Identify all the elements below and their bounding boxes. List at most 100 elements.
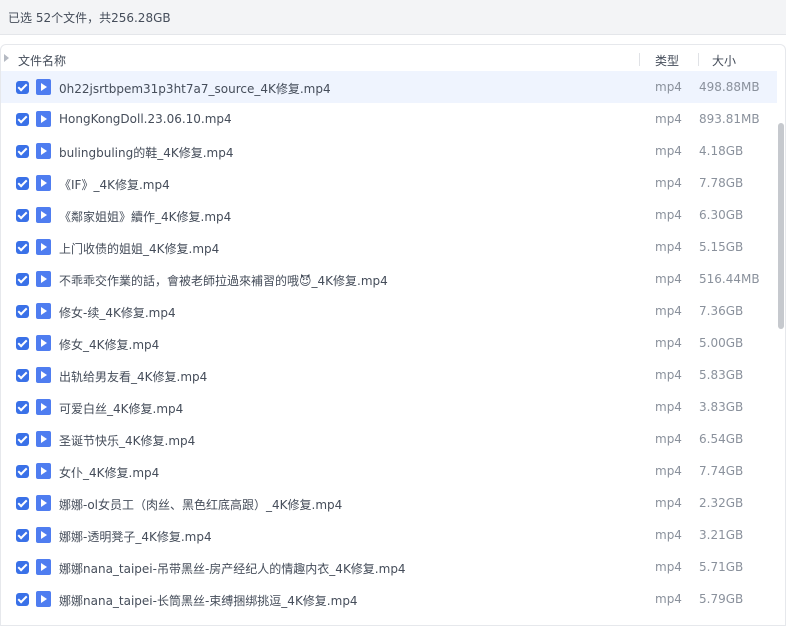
file-row[interactable]: bulingbuling的鞋_4K修复.mp4 mp4 4.18GB [1,135,777,167]
checkbox-checked-icon[interactable] [16,561,29,574]
file-row[interactable]: 娜娜-透明凳子_4K修复.mp4 mp4 3.21GB [1,519,777,551]
column-header-size[interactable]: 大小 [712,52,736,69]
video-file-icon [36,527,51,543]
checkbox-checked-icon[interactable] [16,529,29,542]
checkbox-checked-icon[interactable] [16,337,29,350]
file-name[interactable]: 可爱白丝_4K修复.mp4 [59,400,183,417]
file-row[interactable]: 女仆_4K修复.mp4 mp4 7.74GB [1,455,777,487]
file-row[interactable]: 不乖乖交作業的話，會被老師拉過來補習的哦😈_4K修复.mp4 mp4 516.44M… [1,263,777,295]
file-name[interactable]: 出轨给男友看_4K修复.mp4 [59,368,207,385]
file-row[interactable]: 圣诞节快乐_4K修复.mp4 mp4 6.54GB [1,423,777,455]
column-header-type[interactable]: 类型 [655,52,679,69]
checkbox-checked-icon[interactable] [16,273,29,286]
file-type: mp4 [655,592,682,606]
file-type: mp4 [655,304,682,318]
file-row[interactable]: 娜娜nana_taipei-吊带黑丝-房产经纪人的情趣内衣_4K修复.mp4 mp… [1,551,777,583]
file-row[interactable]: 可爱白丝_4K修复.mp4 mp4 3.83GB [1,391,777,423]
checkbox-checked-icon[interactable] [16,593,29,606]
file-type: mp4 [655,240,682,254]
column-header-name[interactable]: 文件名称 [18,52,66,69]
file-type: mp4 [655,432,682,446]
checkbox-checked-icon[interactable] [16,177,29,190]
checkbox-checked-icon[interactable] [16,497,29,510]
file-row[interactable]: 娜娜-ol女员工（肉丝、黑色红底高跟）_4K修复.mp4 mp4 2.32GB [1,487,777,519]
file-row[interactable]: 《鄰家姐姐》續作_4K修复.mp4 mp4 6.30GB [1,199,777,231]
file-size: 5.79GB [699,592,744,606]
checkbox-checked-icon[interactable] [16,433,29,446]
selection-summary-bar: 已选 52个文件，共256.28GB [0,0,786,35]
file-row[interactable]: 上门收债的姐姐_4K修复.mp4 mp4 5.15GB [1,231,777,263]
checkbox-checked-icon[interactable] [16,305,29,318]
file-list-header: 文件名称 类型 大小 [1,45,785,73]
file-name[interactable]: 0h22jsrtbpem31p3ht7a7_source_4K修复.mp4 [59,80,331,97]
file-name[interactable]: 《IF》_4K修复.mp4 [59,176,170,193]
file-type: mp4 [655,368,682,382]
file-name[interactable]: HongKongDoll.23.06.10.mp4 [59,112,232,126]
file-type: mp4 [655,528,682,542]
column-divider[interactable] [639,53,640,66]
file-size: 5.83GB [699,368,744,382]
file-size: 6.54GB [699,432,744,446]
video-file-icon [36,207,51,223]
file-name[interactable]: 上门收债的姐姐_4K修复.mp4 [59,240,219,257]
file-type: mp4 [655,144,682,158]
checkbox-checked-icon[interactable] [16,209,29,222]
scrollbar-thumb[interactable] [778,123,784,329]
checkbox-checked-icon[interactable] [16,369,29,382]
checkbox-checked-icon[interactable] [16,241,29,254]
scrollbar[interactable] [777,75,785,625]
video-file-icon [36,143,51,159]
video-file-icon [36,175,51,191]
file-size: 7.36GB [699,304,744,318]
file-row[interactable]: 娜娜nana_taipei-长筒黑丝-束缚捆绑挑逗_4K修复.mp4 mp4 5.7… [1,583,777,615]
checkbox-checked-icon[interactable] [16,81,29,94]
file-name[interactable]: 修女_4K修复.mp4 [59,336,159,353]
file-name[interactable]: 《鄰家姐姐》續作_4K修复.mp4 [59,208,231,225]
file-name[interactable]: 娜娜nana_taipei-吊带黑丝-房产经纪人的情趣内衣_4K修复.mp4 [59,560,406,577]
triangle-right-icon[interactable] [4,54,9,62]
video-file-icon [36,431,51,447]
file-row[interactable]: 修女_4K修复.mp4 mp4 5.00GB [1,327,777,359]
video-file-icon [36,495,51,511]
checkbox-checked-icon[interactable] [16,145,29,158]
column-divider[interactable] [698,53,699,66]
file-name[interactable]: bulingbuling的鞋_4K修复.mp4 [59,144,234,161]
file-size: 5.15GB [699,240,744,254]
file-name[interactable]: 娜娜-ol女员工（肉丝、黑色红底高跟）_4K修复.mp4 [59,496,342,513]
file-name[interactable]: 不乖乖交作業的話，會被老師拉過來補習的哦😈_4K修复.mp4 [59,272,388,289]
file-type: mp4 [655,176,682,190]
video-file-icon [36,399,51,415]
file-row[interactable]: 出轨给男友看_4K修复.mp4 mp4 5.83GB [1,359,777,391]
file-type: mp4 [655,464,682,478]
file-name[interactable]: 圣诞节快乐_4K修复.mp4 [59,432,195,449]
file-size: 498.88MB [699,80,760,94]
file-name[interactable]: 娜娜nana_taipei-长筒黑丝-束缚捆绑挑逗_4K修复.mp4 [59,592,358,609]
file-size: 7.78GB [699,176,744,190]
file-type: mp4 [655,336,682,350]
video-file-icon [36,367,51,383]
file-list: 0h22jsrtbpem31p3ht7a7_source_4K修复.mp4 mp4… [1,71,777,615]
video-file-icon [36,303,51,319]
video-file-icon [36,79,51,95]
file-size: 893.81MB [699,112,760,126]
video-file-icon [36,111,51,127]
checkbox-checked-icon[interactable] [16,113,29,126]
file-size: 3.83GB [699,400,744,414]
file-row[interactable]: 《IF》_4K修复.mp4 mp4 7.78GB [1,167,777,199]
checkbox-checked-icon[interactable] [16,401,29,414]
file-size: 4.18GB [699,144,744,158]
video-file-icon [36,591,51,607]
file-type: mp4 [655,400,682,414]
file-type: mp4 [655,112,682,126]
file-size: 6.30GB [699,208,744,222]
file-row[interactable]: 修女-续_4K修复.mp4 mp4 7.36GB [1,295,777,327]
file-name[interactable]: 修女-续_4K修复.mp4 [59,304,176,321]
file-row[interactable]: 0h22jsrtbpem31p3ht7a7_source_4K修复.mp4 mp4… [1,71,777,103]
checkbox-checked-icon[interactable] [16,465,29,478]
file-name[interactable]: 娜娜-透明凳子_4K修复.mp4 [59,528,212,545]
file-size: 3.21GB [699,528,744,542]
file-size: 7.74GB [699,464,744,478]
file-name[interactable]: 女仆_4K修复.mp4 [59,464,159,481]
file-row[interactable]: HongKongDoll.23.06.10.mp4 mp4 893.81MB [1,103,777,135]
file-size: 2.32GB [699,496,744,510]
